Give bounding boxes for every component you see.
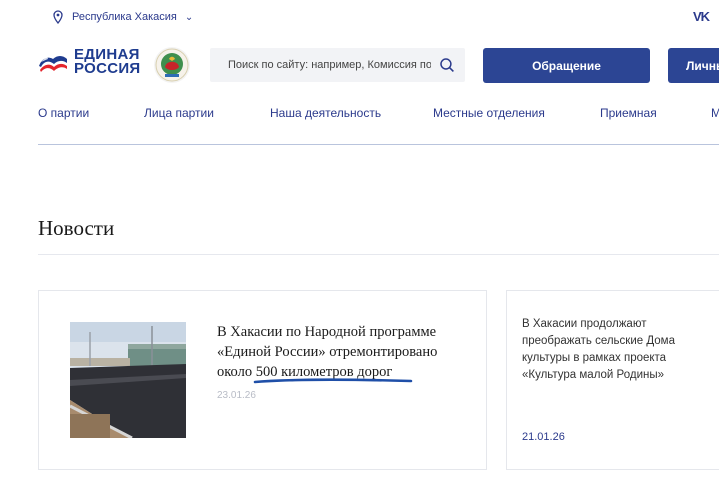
search-bar[interactable]	[210, 48, 465, 82]
nav-item-more[interactable]: М	[711, 106, 719, 120]
handdrawn-underline	[253, 378, 413, 384]
khakassia-emblem-icon	[154, 47, 190, 83]
vk-icon[interactable]: VK	[693, 9, 710, 24]
region-selector[interactable]: Республика Хакасия ⌄	[52, 10, 193, 24]
logo-line-2: РОССИЯ	[74, 60, 141, 77]
news-date: 21.01.26	[522, 431, 565, 443]
nav-item-activity[interactable]: Наша деятельность	[270, 106, 381, 120]
section-divider	[38, 254, 719, 255]
bear-logo-icon	[39, 56, 67, 72]
news-photo[interactable]	[70, 322, 186, 438]
personal-cabinet-button[interactable]: Личный	[668, 48, 719, 83]
nav-item-about[interactable]: О партии	[38, 106, 89, 120]
news-date: 23.01.26	[217, 390, 256, 401]
search-icon[interactable]	[439, 57, 455, 73]
search-input[interactable]	[228, 59, 432, 71]
news-headline[interactable]: В Хакасии по Народной программе «Единой …	[217, 322, 467, 382]
party-logo[interactable]: ЕДИНАЯ РОССИЯ	[38, 47, 141, 77]
appeal-button[interactable]: Обращение	[483, 48, 650, 83]
section-title: Новости	[38, 216, 115, 240]
region-label: Республика Хакасия	[72, 11, 177, 23]
news-headline[interactable]: В Хакасии продолжают преображать сельски…	[522, 316, 692, 384]
nav-divider	[38, 144, 719, 145]
chevron-down-icon: ⌄	[184, 11, 194, 23]
nav-item-faces[interactable]: Лица партии	[144, 106, 214, 120]
location-pin-icon	[53, 10, 63, 24]
nav-item-reception[interactable]: Приемная	[600, 106, 657, 120]
nav-item-local-branches[interactable]: Местные отделения	[433, 106, 545, 120]
